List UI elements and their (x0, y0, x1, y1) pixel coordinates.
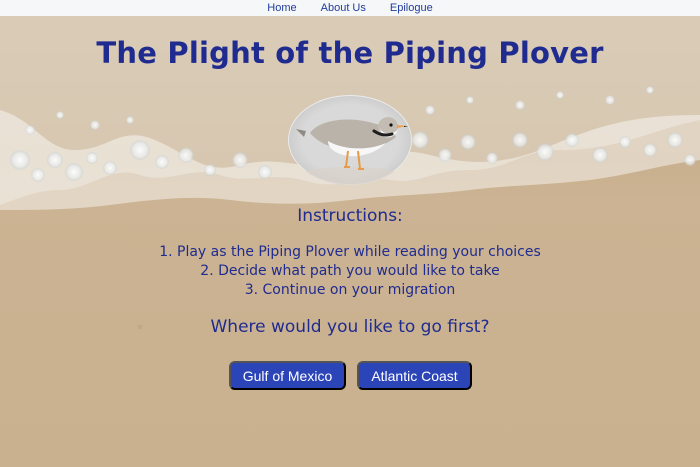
instruction-step-1: 1. Play as the Piping Plover while readi… (159, 244, 541, 260)
instructions-heading: Instructions: (297, 206, 403, 226)
page-title: The Plight of the Piping Plover (96, 36, 604, 70)
instruction-step-3: 3. Continue on your migration (244, 282, 456, 298)
gulf-of-mexico-button[interactable]: Gulf of Mexico (229, 361, 346, 390)
piping-plover-illustration (295, 117, 408, 185)
nav-epilogue[interactable]: Epilogue (390, 2, 433, 14)
atlantic-coast-button[interactable]: Atlantic Coast (357, 361, 472, 390)
instruction-steps: 1. Play as the Piping Plover while readi… (0, 244, 700, 301)
destination-question: Where would you like to go first? (210, 317, 490, 337)
nav-home[interactable]: Home (267, 2, 296, 14)
piping-plover-icon (288, 95, 412, 185)
nav-about-us[interactable]: About Us (321, 2, 366, 14)
top-navigation: Home About Us Epilogue (0, 0, 700, 16)
instruction-step-2: 2. Decide what path you would like to ta… (200, 263, 500, 279)
